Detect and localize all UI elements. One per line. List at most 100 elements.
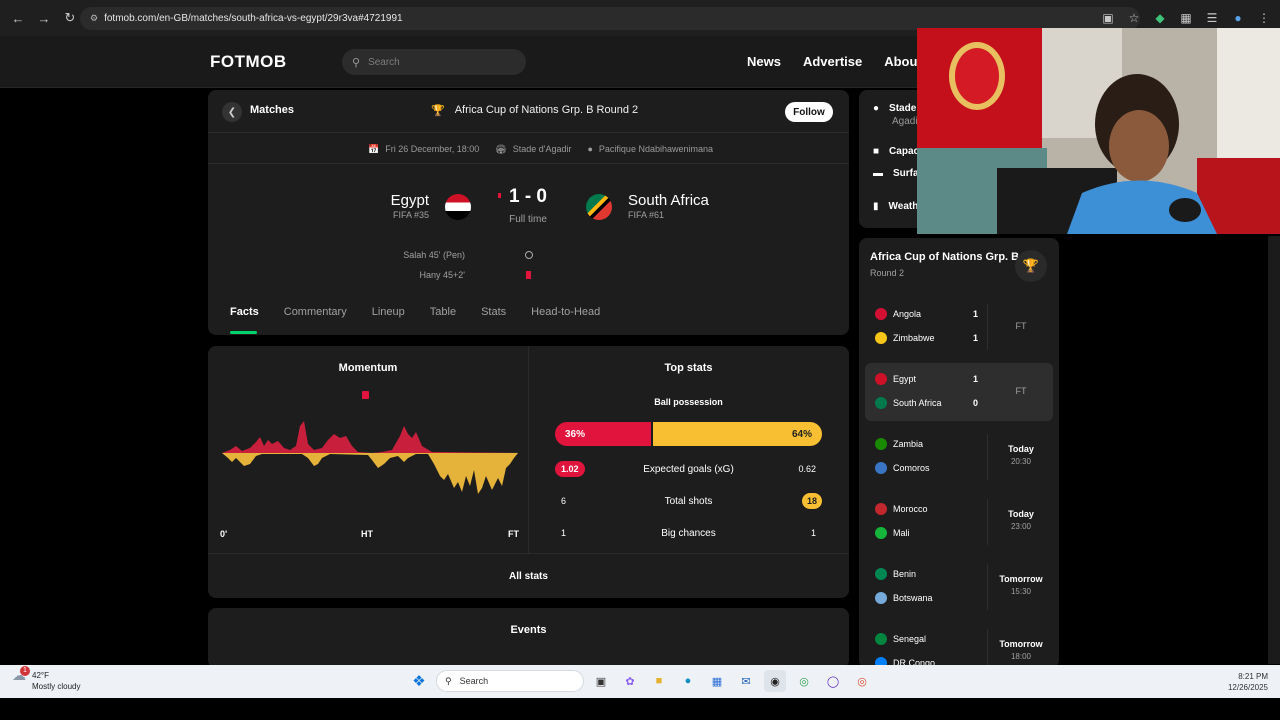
search-input[interactable]: ⚲ Search: [342, 49, 526, 75]
forward-arrow-icon[interactable]: →: [32, 6, 56, 30]
bookmark-star-icon[interactable]: ☆: [1124, 8, 1144, 28]
competition-title[interactable]: 🏆 Africa Cup of Nations Grp. B Round 2: [431, 104, 638, 117]
tab-facts[interactable]: Facts: [230, 306, 284, 318]
fixture-time: 23:00: [1010, 522, 1032, 531]
copilot-icon[interactable]: ✿: [619, 670, 641, 692]
extension-shield-icon[interactable]: ◆: [1150, 8, 1170, 28]
divider: [208, 553, 849, 554]
stat-row-big-chances: 1 Big chances 1: [555, 525, 822, 543]
menu-kebab-icon[interactable]: ⋮: [1254, 8, 1274, 28]
fixture-status: FT: [1015, 321, 1027, 331]
fixture-row[interactable]: Egypt 1 South Africa 0 FT: [865, 363, 1053, 421]
windows-start-icon[interactable]: ❖: [408, 670, 430, 692]
back-arrow-icon[interactable]: ←: [6, 6, 30, 30]
goal-event[interactable]: Salah 45' (Pen): [403, 250, 465, 260]
top-navigation: News Advertise Abou: [747, 54, 917, 69]
tab-commentary[interactable]: Commentary: [284, 306, 372, 318]
red-card-event[interactable]: Hany 45+2': [419, 270, 465, 280]
extensions-icon[interactable]: ▦: [1176, 8, 1196, 28]
momentum-chart[interactable]: [222, 406, 518, 506]
chrome-icon[interactable]: ◎: [793, 670, 815, 692]
mail-icon[interactable]: ✉: [735, 670, 757, 692]
recording-app-icon[interactable]: ◉: [764, 670, 786, 692]
team-flag-icon: [875, 462, 887, 474]
fixture-row[interactable]: Angola 1 Zimbabwe 1 FT: [865, 298, 1053, 356]
file-manager-icon[interactable]: ▣: [590, 670, 612, 692]
match-referee: Pacifique Ndabihawenimana: [598, 144, 713, 154]
team-flag-icon: [875, 503, 887, 515]
south-africa-flag-icon[interactable]: [586, 194, 612, 220]
fixture-team-name: Angola: [893, 309, 922, 319]
fixture-team-home[interactable]: Angola: [875, 308, 921, 320]
fotmob-logo[interactable]: FOTMOB: [210, 52, 287, 72]
edge-icon[interactable]: ●: [677, 670, 699, 692]
pinned-apps: ▣ ✿ ■ ● ▦ ✉ ◉ ◎ ◯ ◎: [590, 670, 873, 692]
page-scrollbar[interactable]: [1268, 236, 1280, 664]
browser-app-icon[interactable]: ◯: [822, 670, 844, 692]
nav-advertise[interactable]: Advertise: [803, 54, 862, 69]
fixture-team-away[interactable]: South Africa: [875, 397, 942, 409]
nav-news[interactable]: News: [747, 54, 781, 69]
reload-icon[interactable]: ↻: [58, 6, 82, 30]
fixture-team-away[interactable]: Mali: [875, 527, 910, 539]
momentum-title: Momentum: [338, 362, 398, 374]
team-flag-icon: [875, 527, 887, 539]
thermometer-icon: ▮: [873, 201, 879, 212]
fixture-team-home[interactable]: Zambia: [875, 438, 923, 450]
breadcrumb-matches[interactable]: Matches: [250, 104, 294, 116]
competition-label: Africa Cup of Nations Grp. B Round 2: [454, 104, 639, 116]
system-clock[interactable]: 8:21 PM 12/26/2025: [1228, 671, 1268, 693]
away-team[interactable]: South Africa FIFA #61: [628, 192, 709, 220]
tab-head-to-head[interactable]: Head-to-Head: [531, 306, 625, 318]
fixture-team-home[interactable]: Egypt: [875, 373, 916, 385]
site-info-icon[interactable]: ⚙: [90, 13, 98, 24]
fixture-row[interactable]: Zambia Comoros Today 20:30: [865, 428, 1053, 486]
capacity-label: Capac: [889, 146, 920, 157]
profile-icon[interactable]: ●: [1228, 8, 1248, 28]
tab-stats[interactable]: Stats: [481, 306, 531, 318]
red-card-icon: [526, 271, 531, 279]
taskbar-search[interactable]: ⚲ Search: [436, 670, 584, 692]
address-bar[interactable]: ⚙ fotmob.com/en-GB/matches/south-africa-…: [80, 7, 1140, 30]
fixture-row[interactable]: Benin Botswana Tomorrow 15:30: [865, 558, 1053, 616]
folder-icon[interactable]: ■: [648, 670, 670, 692]
tab-table[interactable]: Table: [430, 306, 481, 318]
fixture-row[interactable]: Morocco Mali Today 23:00: [865, 493, 1053, 551]
home-team[interactable]: Egypt FIFA #35: [391, 192, 429, 220]
clock-time: 8:21 PM: [1238, 672, 1268, 681]
fixture-team-away[interactable]: Botswana: [875, 592, 933, 604]
big-chances-away: 1: [810, 528, 816, 538]
possession-label: Ball possession: [654, 397, 723, 407]
chrome-profile-icon[interactable]: ◎: [851, 670, 873, 692]
install-icon[interactable]: ▣: [1098, 8, 1118, 28]
screen-bottom-border: [0, 698, 1280, 720]
fixture-day: Tomorrow: [999, 574, 1043, 584]
venue-row[interactable]: ● Stade: [873, 103, 916, 114]
top-stats-title: Top stats: [664, 362, 713, 374]
fixture-divider: [987, 499, 988, 545]
fixture-team-away[interactable]: Zimbabwe: [875, 332, 935, 344]
fixture-time: 20:30: [1010, 457, 1032, 466]
weather-widget[interactable]: ☁ 1 42°F Mostly cloudy: [12, 666, 80, 692]
all-stats-link[interactable]: All stats: [208, 571, 849, 582]
match-venue[interactable]: Stade d'Agadir: [513, 144, 572, 155]
league-fixtures-panel: Africa Cup of Nations Grp. B Round 2 🏆 A…: [859, 238, 1059, 675]
fixture-team-home[interactable]: Senegal: [875, 633, 926, 645]
fixture-team-away[interactable]: Comoros: [875, 462, 930, 474]
search-icon: ⚲: [445, 675, 452, 686]
possession-home: 36%: [555, 422, 652, 446]
back-chevron-icon[interactable]: ❮: [222, 102, 242, 122]
nav-about[interactable]: Abou: [884, 54, 917, 69]
trophy-icon[interactable]: 🏆: [1015, 250, 1047, 282]
fixture-team-name: Zambia: [893, 439, 924, 449]
follow-button[interactable]: Follow: [785, 102, 833, 122]
url-text[interactable]: fotmob.com/en-GB/matches/south-africa-vs…: [104, 13, 403, 24]
tab-lineup[interactable]: Lineup: [372, 306, 430, 318]
egypt-flag-icon[interactable]: [445, 194, 471, 220]
media-icon[interactable]: ☰: [1202, 8, 1222, 28]
store-icon[interactable]: ▦: [706, 670, 728, 692]
stadium-icon: 🏟: [495, 144, 507, 154]
fixture-team-home[interactable]: Morocco: [875, 503, 928, 515]
league-title[interactable]: Africa Cup of Nations Grp. B: [870, 251, 1019, 263]
fixture-team-home[interactable]: Benin: [875, 568, 916, 580]
